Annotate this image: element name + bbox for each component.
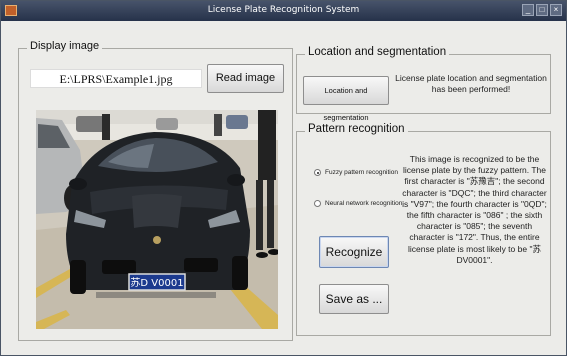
display-image-group: Display image E:\LPRS\Example1.jpg Read … bbox=[18, 40, 293, 341]
radio-selected-icon bbox=[314, 169, 321, 176]
maximize-icon[interactable]: □ bbox=[536, 4, 548, 16]
pattern-recognition-label: Pattern recognition bbox=[305, 123, 408, 135]
recognize-button[interactable]: Recognize bbox=[319, 236, 389, 268]
neural-recognition-label: Neural network recognition bbox=[325, 200, 403, 207]
fuzzy-recognition-radio[interactable]: Fuzzy pattern recognition bbox=[314, 169, 398, 176]
location-segmentation-button[interactable]: Location and segmentation bbox=[303, 76, 389, 122]
minimize-icon[interactable]: _ bbox=[522, 4, 534, 16]
radio-unselected-icon bbox=[314, 200, 321, 207]
close-icon[interactable]: × bbox=[550, 4, 562, 16]
window-controls: _ □ × bbox=[522, 4, 562, 16]
display-image-label: Display image bbox=[27, 40, 103, 52]
location-segmentation-label: Location and segmentation bbox=[305, 46, 450, 58]
pattern-recognition-group: Pattern recognition Fuzzy pattern recogn… bbox=[296, 123, 551, 336]
fuzzy-recognition-label: Fuzzy pattern recognition bbox=[325, 169, 398, 176]
location-status-text: License plate location and segmentation … bbox=[395, 73, 547, 94]
window-title: License Plate Recognition System bbox=[207, 5, 360, 15]
license-plate-text: 苏D V0001 bbox=[130, 276, 183, 289]
save-as-button[interactable]: Save as ... bbox=[319, 284, 389, 314]
read-image-button[interactable]: Read image bbox=[207, 64, 284, 93]
app-window: License Plate Recognition System _ □ × D… bbox=[0, 0, 567, 356]
neural-recognition-radio[interactable]: Neural network recognition bbox=[314, 200, 402, 207]
file-path-field[interactable]: E:\LPRS\Example1.jpg bbox=[30, 69, 202, 88]
title-bar: License Plate Recognition System _ □ × bbox=[1, 1, 566, 21]
location-segmentation-group: Location and segmentation Location and s… bbox=[296, 46, 551, 122]
car-image: 苏D V0001 bbox=[36, 110, 278, 329]
recognition-result-text: This image is recognized to be the licen… bbox=[402, 154, 547, 265]
